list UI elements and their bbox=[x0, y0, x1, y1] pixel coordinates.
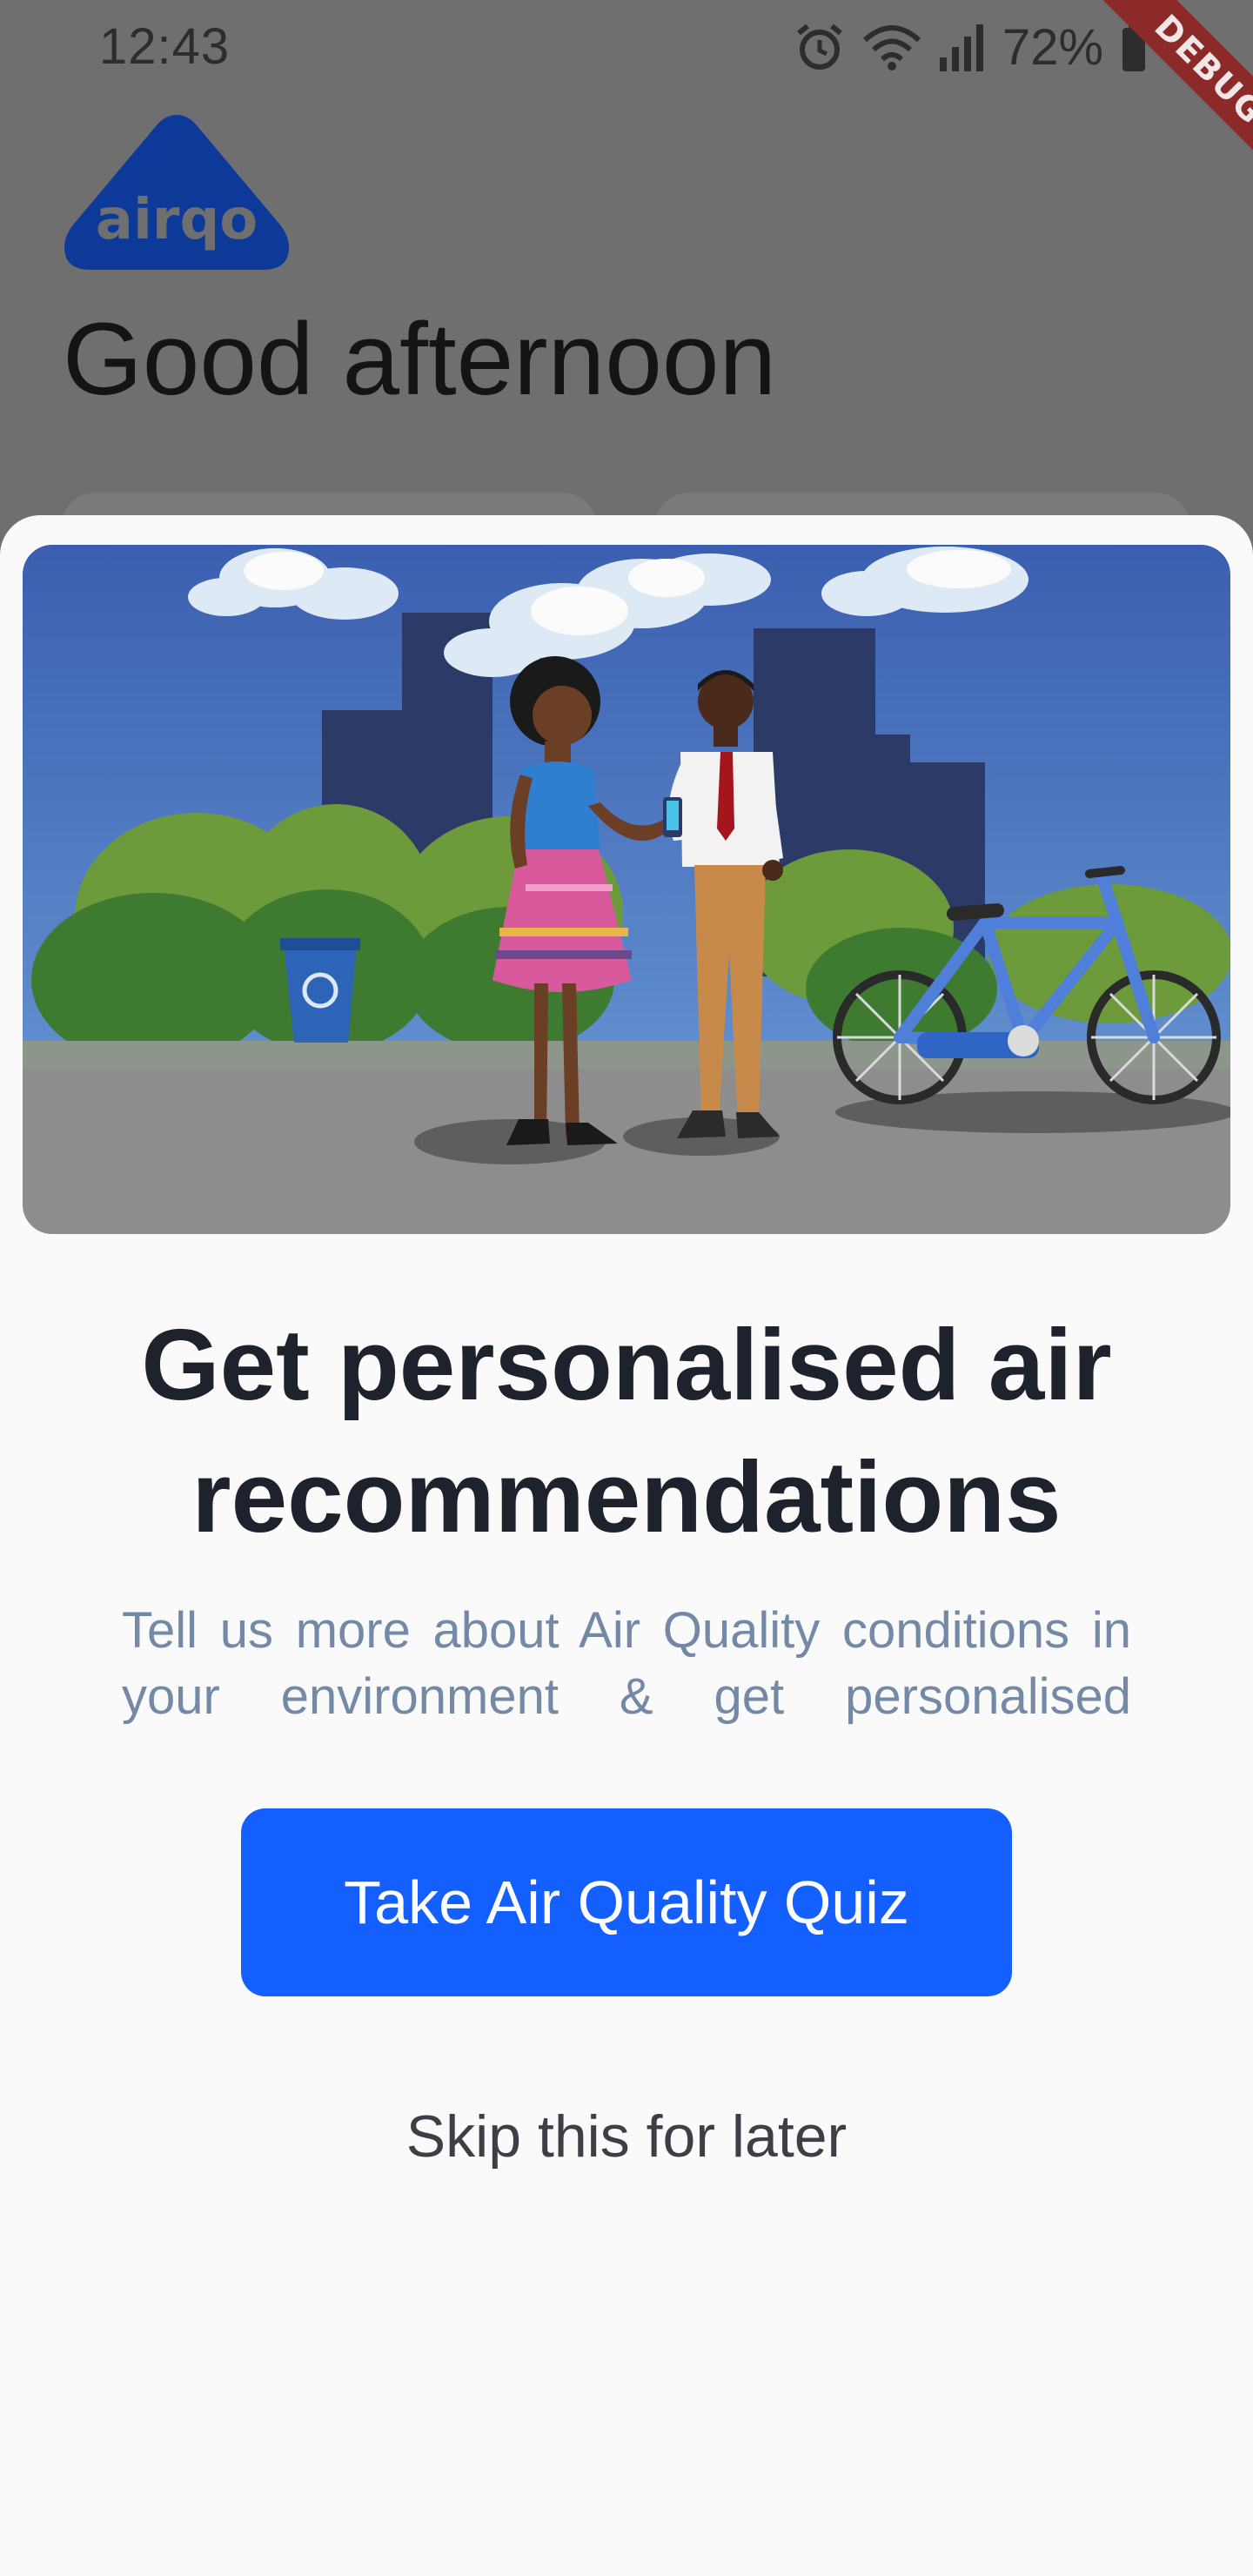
signal-icon bbox=[938, 21, 987, 73]
skip-for-later-link[interactable]: Skip this for later bbox=[278, 2089, 975, 2184]
airqo-logo: airqo bbox=[61, 111, 292, 272]
people-with-bicycle-illustration bbox=[23, 545, 1230, 1234]
status-bar: 12:43 72% bbox=[0, 0, 1253, 91]
status-time: 12:43 bbox=[99, 18, 231, 75]
sheet-title: Get personalised air recommendations bbox=[141, 1308, 1112, 1553]
status-icons: 72% bbox=[794, 12, 1149, 82]
take-quiz-button[interactable]: Take Air Quality Quiz bbox=[241, 1808, 1012, 1996]
logo-text: airqo bbox=[95, 188, 258, 252]
sheet-subtitle: Tell us more about Air Quality condition… bbox=[122, 1602, 1131, 1725]
wifi-icon bbox=[861, 21, 922, 73]
greeting-heading: Good afternoon bbox=[63, 302, 777, 417]
personalisation-bottom-sheet: Get personalised air recommendations Tel… bbox=[0, 515, 1253, 2576]
alarm-icon bbox=[794, 21, 846, 73]
battery-percentage: 72% bbox=[1002, 18, 1104, 76]
